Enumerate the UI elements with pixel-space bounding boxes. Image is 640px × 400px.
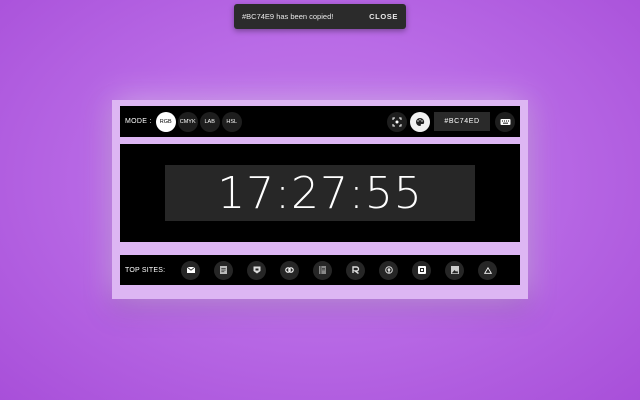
top-toolbar: MODE : RGB CMYK LAB HSL #BC74ED	[120, 106, 520, 137]
site-shield-button[interactable]	[247, 260, 267, 280]
palette-icon	[416, 117, 425, 126]
mode-hsl-button[interactable]: HSL	[221, 111, 242, 132]
keyboard-icon	[500, 118, 510, 125]
copied-toast: #BC74E9 has been copied! CLOSE	[234, 4, 406, 29]
document-icon	[220, 266, 228, 274]
mode-rgb-button[interactable]: RGB	[155, 111, 176, 132]
hex-value-display[interactable]: #BC74ED	[434, 112, 490, 131]
site-notebook-button[interactable]	[313, 260, 333, 280]
site-r-logo-button[interactable]	[346, 260, 366, 280]
square-logo-icon	[417, 266, 426, 274]
site-document-button[interactable]	[214, 260, 234, 280]
site-square-logo-button[interactable]	[412, 260, 432, 280]
site-github-button[interactable]	[379, 260, 399, 280]
site-image-button[interactable]	[445, 260, 465, 280]
toast-message: #BC74E9 has been copied!	[242, 12, 334, 21]
clock-time: 17:27:55	[217, 167, 423, 219]
r-logo-icon	[352, 266, 359, 274]
palette-button[interactable]	[410, 111, 430, 132]
site-link-button[interactable]	[280, 260, 300, 280]
github-icon	[384, 266, 393, 274]
link-icon	[285, 267, 295, 273]
mode-lab-button[interactable]: LAB	[199, 111, 220, 132]
image-icon	[450, 266, 459, 274]
notebook-icon	[319, 266, 327, 274]
keyboard-button[interactable]	[495, 111, 515, 132]
triangle-icon	[483, 266, 492, 274]
top-sites-bar: TOP SITES:	[120, 255, 520, 285]
toast-close-button[interactable]: CLOSE	[369, 12, 398, 21]
screenshot-icon	[392, 117, 402, 126]
top-sites-label: TOP SITES:	[125, 266, 166, 274]
screenshot-button[interactable]	[387, 111, 407, 132]
clock-panel: 17:27:55	[120, 144, 520, 242]
site-triangle-button[interactable]	[478, 260, 498, 280]
mode-cmyk-button[interactable]: CMYK	[177, 111, 198, 132]
mail-icon	[186, 267, 195, 273]
clock-widget: MODE : RGB CMYK LAB HSL #BC74ED 17:27:55…	[112, 100, 528, 299]
clock-display: 17:27:55	[165, 165, 475, 221]
mode-label: MODE :	[125, 118, 152, 125]
site-mail-button[interactable]	[181, 260, 201, 280]
shield-icon	[253, 266, 261, 274]
